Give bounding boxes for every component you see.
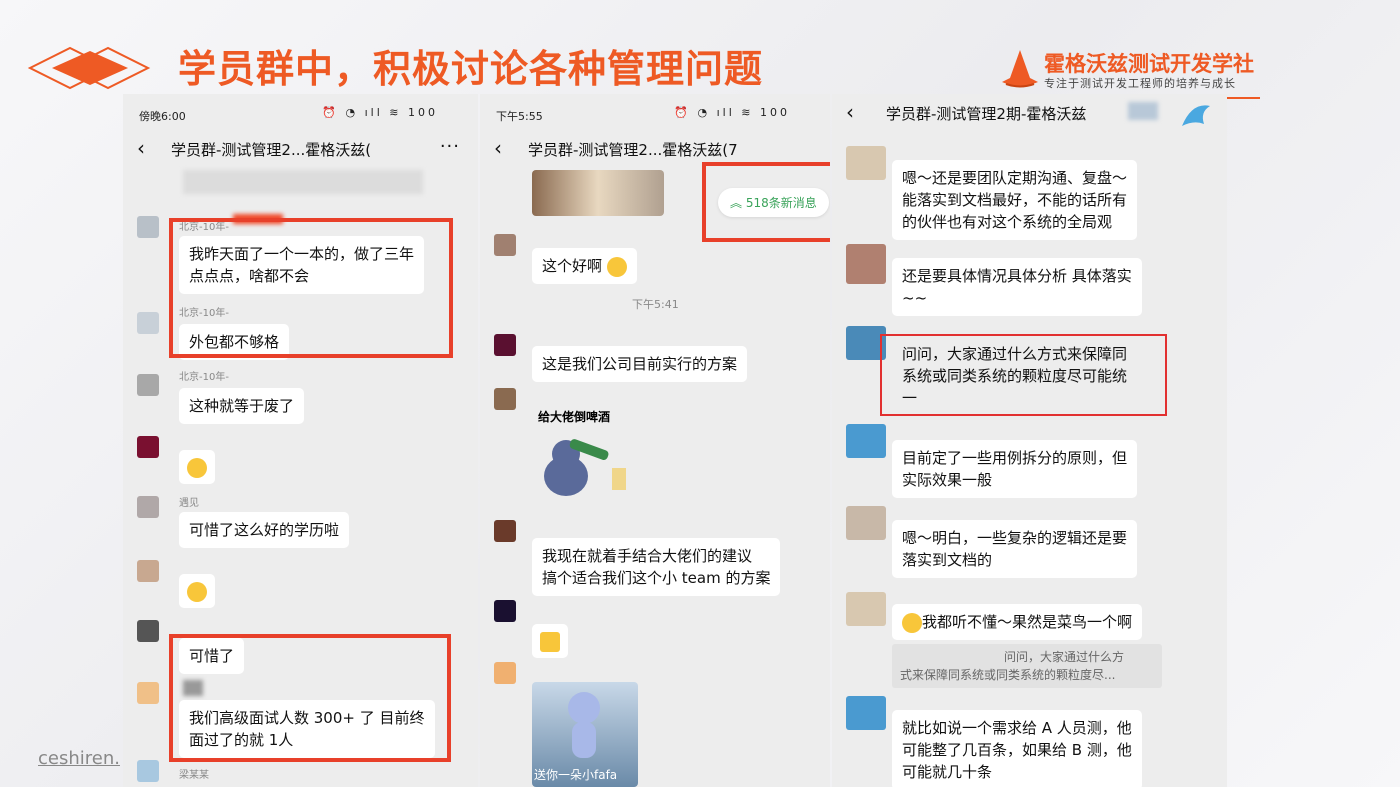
witch-hat-logo-icon — [1002, 50, 1038, 88]
avatar[interactable] — [137, 436, 159, 458]
chat-screenshot-3: ‹ 学员群-测试管理2期-霍格沃兹 嗯～还是要团队定期沟通、复盘～ 能落实到文档… — [832, 94, 1227, 787]
quoted-message[interactable]: 问问，大家通过什么方 式来保障同系统或同类系统的颗粒度尽... — [892, 644, 1162, 688]
status-bar: 下午5:55 ⏰ ◔ ıll ≋ 100 — [480, 94, 830, 134]
sender-name: 北京-10年- — [179, 372, 229, 383]
avatar[interactable] — [846, 592, 886, 626]
message-bubble[interactable]: 嗯～还是要团队定期沟通、复盘～ 能落实到文档最好，不能的话所有 的伙伴也有对这个… — [892, 160, 1138, 240]
highlight-box — [169, 218, 453, 358]
avatar[interactable] — [137, 216, 159, 238]
sticker-caption: 送你一朵小fafa — [534, 768, 618, 782]
emoji-bubble[interactable] — [179, 574, 215, 608]
blurred-content — [183, 170, 423, 194]
emoji-icon — [187, 457, 207, 478]
chat-screenshot-2: 下午5:55 ⏰ ◔ ıll ≋ 100 ‹ 学员群-测试管理2...霍格沃兹(… — [480, 94, 830, 787]
avatar[interactable] — [494, 600, 516, 622]
brand-slogan: 专注于测试开发工程师的培养与成长 — [1044, 77, 1236, 90]
sender-name: 遇见 — [179, 498, 199, 509]
grin-emoji-icon — [606, 256, 627, 277]
blurred-content — [1128, 102, 1158, 120]
highlight-box — [702, 162, 830, 242]
thumbs-up-icon — [540, 631, 560, 652]
status-time: 下午5:55 — [496, 110, 543, 123]
back-arrow-icon[interactable]: ‹ — [494, 136, 502, 160]
avatar[interactable] — [137, 560, 159, 582]
chat-title: 学员群-测试管理2...霍格沃兹( — [171, 141, 372, 159]
message-bubble[interactable]: 就比如说一个需求给 A 人员测，他 可能整了几百条，如果给 B 测，他 可能就几… — [892, 710, 1142, 787]
chat-screenshot-1: 傍晚6:00 ⏰ ◔ ıll ≋ 100 ‹ 学员群-测试管理2...霍格沃兹(… — [123, 94, 478, 787]
sticker-caption: 给大佬倒啤酒 — [538, 410, 611, 424]
more-options-icon[interactable]: ··· — [440, 136, 460, 157]
avatar[interactable] — [494, 520, 516, 542]
message-bubble[interactable]: 嗯～明白，一些复杂的逻辑还是要 落实到文档的 — [892, 520, 1138, 578]
sticker-message[interactable]: 送你一朵小fafa — [532, 682, 638, 787]
brand-name: 霍格沃兹测试开发学社 — [1044, 52, 1254, 76]
avatar[interactable] — [137, 682, 159, 704]
sticker-message[interactable]: 给大佬倒啤酒 — [532, 404, 632, 504]
laugh-cry-emoji-icon — [902, 612, 922, 633]
avatar[interactable] — [494, 388, 516, 410]
avatar[interactable] — [846, 146, 886, 180]
avatar[interactable] — [494, 334, 516, 356]
highlight-box — [880, 334, 1167, 416]
avatar[interactable] — [137, 374, 159, 396]
highlight-box — [169, 634, 451, 762]
status-bar: 傍晚6:00 ⏰ ◔ ıll ≋ 100 — [123, 94, 478, 134]
message-bubble[interactable]: 我现在就着手结合大佬们的建议 搞个适合我们这个小 team 的方案 — [532, 538, 781, 596]
avatar[interactable] — [846, 696, 886, 730]
dolphin-sticker-icon — [1182, 105, 1210, 126]
chat-header: ‹ 学员群-测试管理2...霍格沃兹( ··· — [123, 130, 478, 170]
status-icons: ⏰ ◔ ıll ≋ 100 — [322, 106, 438, 119]
message-bubble[interactable]: 还是要具体情况具体分析 具体落实 ~~ — [892, 258, 1142, 316]
avatar[interactable] — [494, 662, 516, 684]
avatar[interactable] — [137, 620, 159, 642]
back-arrow-icon[interactable]: ‹ — [846, 100, 854, 124]
message-bubble[interactable]: 我都听不懂～果然是菜鸟一个啊 — [892, 604, 1143, 640]
emoji-icon — [187, 581, 207, 602]
photo-message[interactable] — [532, 170, 664, 216]
message-bubble[interactable]: 目前定了一些用例拆分的原则，但 实际效果一般 — [892, 440, 1138, 498]
status-icons: ⏰ ◔ ıll ≋ 100 — [674, 106, 790, 119]
avatar[interactable] — [846, 506, 886, 540]
avatar[interactable] — [846, 424, 886, 458]
message-bubble[interactable]: 这种就等于废了 — [179, 388, 305, 424]
status-time: 傍晚6:00 — [139, 110, 186, 123]
emoji-bubble[interactable] — [532, 624, 568, 658]
beer-sticker-icon — [544, 439, 626, 496]
avatar[interactable] — [494, 234, 516, 256]
time-separator: 下午5:41 — [632, 298, 679, 311]
message-bubble[interactable]: 这是我们公司目前实行的方案 — [532, 346, 748, 382]
figure-sticker-icon — [568, 692, 600, 758]
message-bubble[interactable]: 可惜了这么好的学历啦 — [179, 512, 350, 548]
brand-block: 霍格沃兹测试开发学社 专注于测试开发工程师的培养与成长 — [1000, 46, 1260, 98]
back-arrow-icon[interactable]: ‹ — [137, 136, 145, 160]
chat-title: 学员群-测试管理2...霍格沃兹(7 — [528, 141, 738, 159]
sender-name: 梁某某 — [179, 770, 209, 781]
avatar[interactable] — [137, 760, 159, 782]
avatar[interactable] — [846, 244, 886, 284]
emoji-bubble[interactable] — [179, 450, 215, 484]
avatar[interactable] — [137, 312, 159, 334]
site-watermark[interactable]: ceshiren. — [38, 748, 120, 769]
message-bubble[interactable]: 这个好啊 — [532, 248, 637, 284]
chat-header: ‹ 学员群-测试管理2期-霍格沃兹 — [832, 94, 1227, 134]
slide-title: 学员群中，积极讨论各种管理问题 — [178, 47, 764, 91]
diamond-logo-icon — [28, 46, 151, 90]
chat-title: 学员群-测试管理2期-霍格沃兹 — [886, 105, 1087, 123]
avatar[interactable] — [137, 496, 159, 518]
